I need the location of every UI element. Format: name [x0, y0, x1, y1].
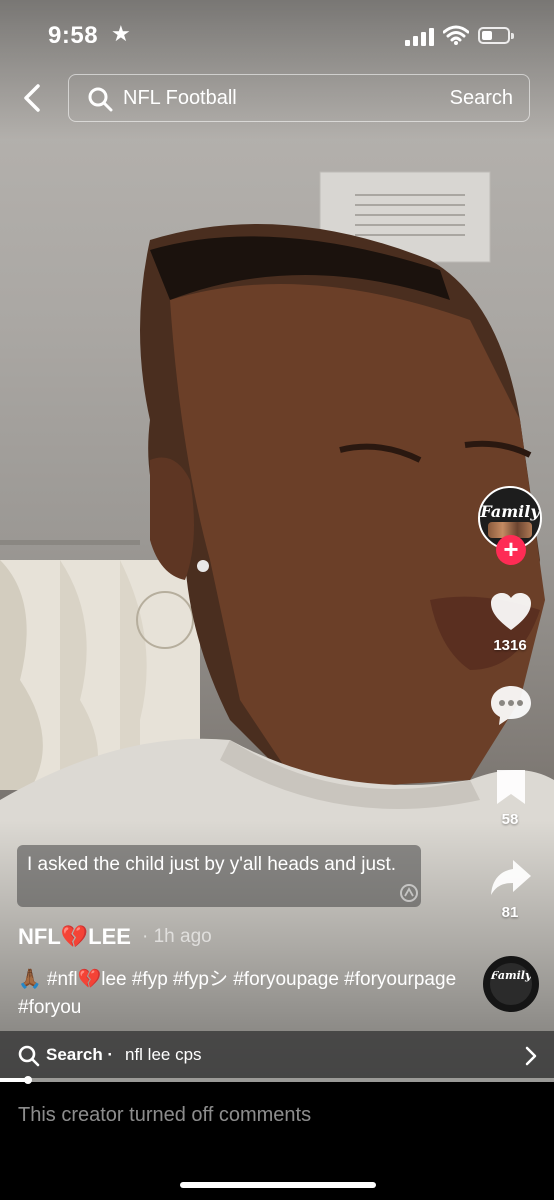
back-chevron-icon[interactable]	[18, 82, 48, 114]
search-suggestion-bar[interactable]: Search · nfl lee cps	[0, 1031, 554, 1078]
caption-text: I asked the child just by y'all heads an…	[27, 854, 397, 875]
video-player[interactable]	[0, 0, 554, 1082]
save-count: 58	[501, 811, 519, 828]
disc-label: Family	[490, 969, 532, 982]
chevron-right-icon	[525, 1046, 537, 1066]
creator-username[interactable]: NFL💔LEE	[18, 924, 131, 950]
comment-icon[interactable]	[489, 684, 533, 726]
like-count: 1316	[493, 637, 527, 654]
video-progress-bar[interactable]	[0, 1076, 554, 1084]
follow-button[interactable]: +	[496, 535, 526, 565]
comments-disabled-notice: This creator turned off comments	[18, 1104, 312, 1126]
battery-icon	[478, 27, 514, 44]
bookmark-icon[interactable]	[495, 768, 527, 806]
music-disc-icon[interactable]: Family	[483, 956, 539, 1012]
search-icon	[88, 87, 113, 112]
share-arrow-icon[interactable]	[489, 858, 533, 898]
video-description[interactable]: 🙏🏾 #nfl💔lee #fyp #fypシ #foryoupage #fory…	[18, 966, 458, 1022]
like-heart-icon[interactable]	[490, 592, 532, 632]
search-suggestion-label: Search ·	[46, 1045, 114, 1064]
search-icon	[18, 1045, 40, 1067]
share-count: 81	[501, 904, 519, 921]
avatar-label: Family	[480, 502, 540, 521]
post-time: · 1h ago	[142, 926, 212, 947]
search-button[interactable]: Search	[450, 87, 513, 110]
auto-caption: I asked the child just by y'all heads an…	[17, 845, 421, 907]
cellular-signal-icon	[405, 28, 435, 46]
status-bar: 9:58 ★	[0, 0, 554, 72]
wifi-icon	[443, 25, 469, 45]
status-time: 9:58	[48, 22, 99, 49]
star-icon: ★	[111, 21, 131, 46]
search-suggestion-term: nfl lee cps	[125, 1045, 202, 1064]
home-indicator[interactable]	[180, 1182, 376, 1188]
caption-translate-icon[interactable]	[399, 883, 419, 903]
search-query: NFL Football	[123, 87, 237, 109]
progress-handle[interactable]	[23, 1076, 32, 1084]
search-input[interactable]: NFL Football Search	[68, 74, 530, 122]
